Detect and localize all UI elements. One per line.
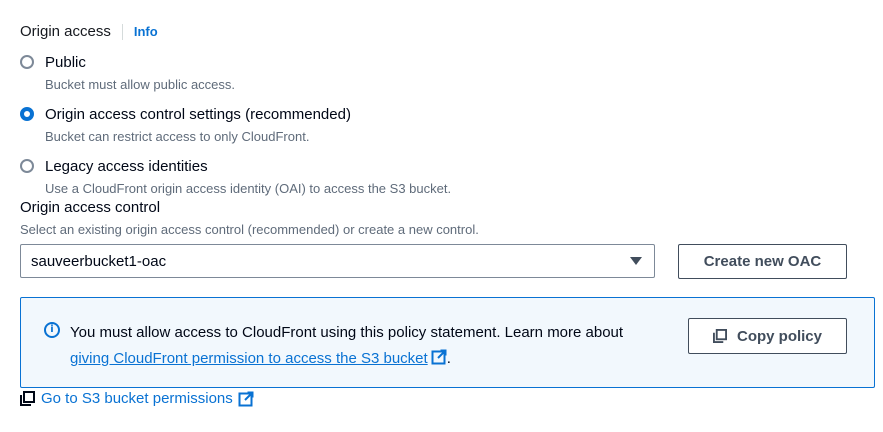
policy-alert-text: You must allow access to CloudFront usin… xyxy=(70,324,624,341)
origin-access-title: Origin access xyxy=(20,23,111,40)
oac-select-value: sauveerbucket1-oac xyxy=(31,252,167,270)
cloudfront-permission-link-text[interactable]: giving CloudFront permission to access t… xyxy=(70,350,428,367)
radio-oac[interactable] xyxy=(20,107,34,121)
s3-permissions-link[interactable]: Go to S3 bucket permissions xyxy=(20,390,254,407)
radio-legacy[interactable] xyxy=(20,159,34,173)
create-new-oac-button[interactable]: Create new OAC xyxy=(678,244,847,279)
create-new-oac-label: Create new OAC xyxy=(703,253,822,270)
radio-option-legacy[interactable]: Legacy access identities Use a CloudFron… xyxy=(20,157,451,197)
oac-field-label: Origin access control xyxy=(20,199,161,216)
radio-oac-description: Bucket can restrict access to only Cloud… xyxy=(45,129,310,144)
origin-access-header: Origin access Info xyxy=(20,23,158,40)
title-divider xyxy=(121,23,123,40)
radio-public[interactable] xyxy=(20,55,34,69)
policy-alert-trailing: . xyxy=(446,350,451,367)
cloudfront-permission-link[interactable]: giving CloudFront permission to access t… xyxy=(70,350,428,367)
radio-legacy-description: Use a CloudFront origin access identity … xyxy=(45,181,452,196)
radio-option-public[interactable]: Public Bucket must allow public access. xyxy=(20,53,235,93)
radio-public-label: Public xyxy=(45,54,86,71)
policy-alert-message: You must allow access to CloudFront usin… xyxy=(70,320,680,372)
caret-down-icon xyxy=(630,257,642,265)
info-circle-icon: i xyxy=(44,322,60,338)
radio-public-description: Bucket must allow public access. xyxy=(45,77,236,92)
radio-option-oac[interactable]: Origin access control settings (recommen… xyxy=(20,105,351,145)
s3-permissions-link-text[interactable]: Go to S3 bucket permissions xyxy=(41,390,233,407)
radio-legacy-label: Legacy access identities xyxy=(45,158,208,175)
oac-field-description: Select an existing origin access control… xyxy=(20,222,479,237)
copy-policy-button[interactable]: Copy policy xyxy=(688,318,847,354)
copy-policy-label: Copy policy xyxy=(736,327,822,345)
info-link[interactable]: Info xyxy=(134,24,158,39)
radio-oac-label: Origin access control settings (recommen… xyxy=(45,106,351,123)
external-link-icon[interactable] xyxy=(238,391,254,407)
copy-icon xyxy=(712,329,727,343)
copy-icon xyxy=(20,391,35,406)
external-link-icon[interactable] xyxy=(431,349,447,365)
oac-select[interactable]: sauveerbucket1-oac xyxy=(20,244,655,278)
